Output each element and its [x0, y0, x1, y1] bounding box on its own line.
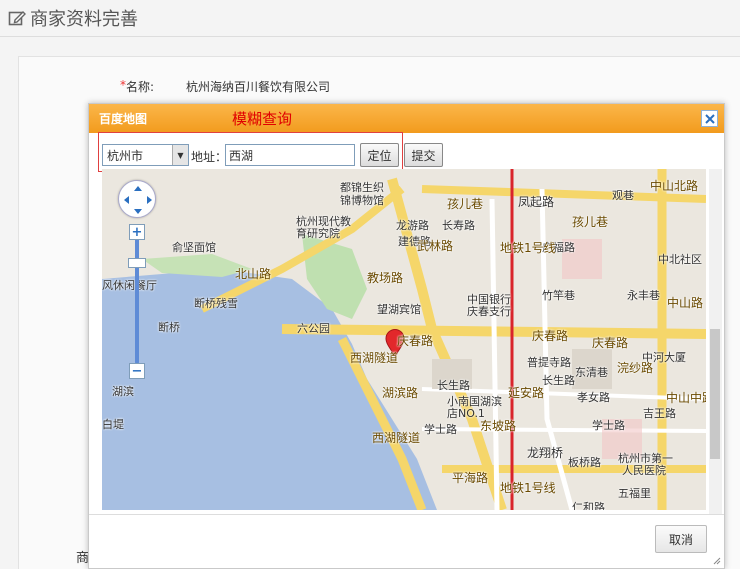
map-label: 俞坚面馆 [172, 241, 216, 254]
map-label: 长寿路 [442, 219, 475, 232]
map-label: 孩儿巷 [572, 215, 609, 229]
map-label: 断桥残雪 [194, 297, 238, 310]
map-label: 西湖隧道 [350, 351, 399, 365]
dialog-scrollbar[interactable] [709, 169, 722, 519]
map-label: 延安路 [508, 386, 545, 400]
map-label: 学士路 [592, 419, 625, 432]
map-canvas[interactable]: 都锦生织 锦博物馆 孩儿巷 凤起路 观巷 中山北路 杭州现代教 育研究院 龙游路… [102, 169, 706, 510]
map-label: 地铁1号线 [500, 481, 556, 495]
map-label: 中山中路 [666, 391, 706, 405]
map-label: 白堤 [102, 418, 124, 431]
locate-button[interactable]: 定位 [360, 143, 399, 167]
close-icon [704, 113, 715, 124]
dialog-title: 百度地图 [99, 112, 148, 126]
map-label: 长生路 [542, 374, 575, 387]
chevron-down-icon[interactable]: ▼ [172, 145, 188, 165]
map-label: 孩儿巷 [447, 197, 484, 211]
city-select-value: 杭州市 [107, 148, 144, 163]
zoom-slider-handle[interactable] [128, 258, 146, 268]
map-label: 庆春路 [532, 329, 569, 343]
map-label: 龙翔桥 [527, 446, 564, 460]
address-input[interactable] [225, 144, 355, 166]
map-label: 断桥 [158, 321, 180, 334]
map-label: 中山路 [667, 296, 704, 310]
map-label: 浣纱路 [617, 361, 654, 375]
map-label: 西湖隧道 [372, 431, 421, 445]
scrollbar-thumb[interactable] [710, 329, 720, 459]
map-label: 中山北路 [650, 179, 699, 193]
map-label: 锦博物馆 [340, 194, 384, 207]
map-label: 地铁1号线 [500, 241, 556, 255]
map-label: 庆春路 [592, 336, 629, 350]
zoom-out-button[interactable]: − [129, 363, 145, 379]
map-label: 东坡路 [480, 419, 517, 433]
city-select[interactable]: 杭州市 ▼ [102, 144, 189, 166]
map-label: 板桥路 [568, 456, 601, 469]
map-label: 庆春路 [397, 334, 434, 348]
map-label: 观巷 [612, 189, 634, 202]
dialog-titlebar[interactable]: 百度地图 [89, 104, 724, 133]
close-button[interactable] [701, 110, 718, 127]
page-title: 商家资料完善 [30, 9, 138, 30]
cancel-button[interactable]: 取消 [655, 525, 707, 553]
dialog-footer: 取消 [89, 514, 724, 568]
map-label: 仁和路 [572, 501, 605, 510]
map-label: 五福里 [618, 487, 651, 500]
map-label: 竹竿巷 [542, 289, 575, 302]
map-label: 育研究院 [296, 227, 340, 240]
header-divider [0, 36, 740, 37]
map-label: 普提寺路 [527, 356, 571, 369]
dialog-note: 模糊查询 [232, 110, 293, 128]
map-label: 孝女路 [577, 391, 610, 404]
page-header: 商家资料完善 [0, 0, 740, 36]
name-row: * 名称: 杭州海纳百川餐饮有限公司 [120, 78, 330, 95]
map-label: 人民医院 [622, 464, 666, 477]
map-label: 湖滨路 [382, 386, 419, 400]
map-label: 教场路 [367, 271, 404, 285]
map-label: 北山路 [235, 267, 272, 281]
map-label: 湖滨 [112, 385, 134, 398]
pan-arrows-icon [124, 186, 152, 214]
map-label: 望湖宾馆 [377, 303, 421, 316]
plus-icon: + [131, 224, 143, 240]
map-label: 东清巷 [575, 366, 608, 379]
map-label: 六公园 [297, 322, 330, 335]
map-label: 武林路 [417, 239, 454, 253]
edit-icon [8, 11, 26, 26]
name-value: 杭州海纳百川餐饮有限公司 [186, 80, 331, 94]
resize-grip-icon[interactable] [713, 557, 721, 565]
map-dialog: 百度地图 模糊查询 杭州市 ▼ 地址： 定位 提交 [88, 103, 725, 569]
zoom-bar[interactable]: + − [128, 224, 146, 379]
minus-icon: − [131, 363, 143, 379]
zoom-in-button[interactable]: + [129, 224, 145, 240]
map-label: 长生路 [437, 379, 470, 392]
submit-button[interactable]: 提交 [404, 143, 443, 167]
map-label: 永丰巷 [627, 289, 660, 302]
map-label: 凤起路 [518, 195, 555, 209]
map-label: 龙游路 [396, 219, 429, 232]
zoom-track[interactable] [135, 238, 139, 364]
name-label: 名称: [126, 80, 155, 94]
map-label: 庆春支行 [467, 305, 511, 318]
map-label: 平海路 [452, 471, 489, 485]
map-label: 中北社区 [658, 253, 702, 266]
map-label: 吉王路 [643, 407, 676, 420]
pan-control[interactable] [118, 180, 156, 218]
address-label: 地址： [191, 150, 228, 164]
map-label: 学士路 [424, 423, 457, 436]
